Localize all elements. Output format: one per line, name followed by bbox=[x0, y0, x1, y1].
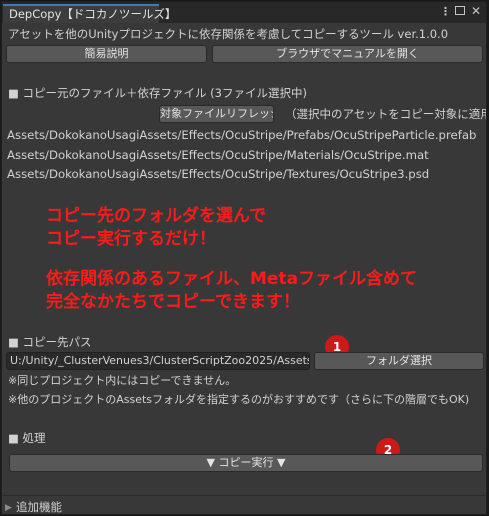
annotation-line: コピー先のフォルダを選んで bbox=[46, 206, 267, 226]
foldout-arrow-icon[interactable]: ▶ bbox=[5, 501, 12, 514]
dest-section-title: ■ コピー先パス bbox=[8, 335, 92, 349]
tab-bar: DepCopy【ドコカノツールズ】 ⋮ ✕ bbox=[2, 2, 486, 23]
annotation-line: コピー実行するだけ！ bbox=[46, 229, 216, 249]
close-icon[interactable]: ✕ bbox=[471, 4, 481, 18]
maximize-icon[interactable] bbox=[455, 6, 465, 15]
refresh-note: （選択中のアセットをコピー対象に適用） bbox=[285, 107, 487, 121]
source-file-item: Assets/DokokanoUsagiAssets/Effects/OcuSt… bbox=[7, 148, 429, 162]
depcopy-window: DepCopy【ドコカノツールズ】 ⋮ ✕ アセットを他のUnityプロジェクト… bbox=[1, 1, 487, 515]
annotation-line: 依存関係のあるファイル、Metaファイル含めて bbox=[46, 269, 418, 289]
source-file-item: Assets/DokokanoUsagiAssets/Effects/OcuSt… bbox=[7, 167, 430, 181]
kebab-menu-icon[interactable]: ⋮ bbox=[440, 5, 451, 19]
open-manual-button[interactable]: ブラウザでマニュアルを開く bbox=[212, 45, 483, 63]
select-folder-button[interactable]: フォルダ選択 bbox=[314, 352, 484, 370]
process-section-title: ■ 処理 bbox=[8, 431, 46, 445]
tab-depcopy[interactable]: DepCopy【ドコカノツールズ】 bbox=[3, 4, 176, 23]
annotation-line: 完全なかたちでコピーできます！ bbox=[46, 292, 300, 312]
dest-note: ※他のプロジェクトのAssetsフォルダを指定するのがおすすめです（さらに下の階… bbox=[8, 393, 470, 406]
quick-guide-button[interactable]: 簡易説明 bbox=[6, 45, 207, 63]
dest-note: ※同じプロジェクト内にはコピーできません。 bbox=[8, 374, 237, 387]
source-file-item: Assets/DokokanoUsagiAssets/Effects/OcuSt… bbox=[7, 128, 477, 142]
refresh-files-button[interactable]: 対象ファイルリフレッシュ bbox=[159, 105, 274, 123]
extra-features-foldout[interactable]: 追加機能 bbox=[16, 500, 62, 514]
tool-description: アセットを他のUnityプロジェクトに依存関係を考慮してコピーするツール ver… bbox=[8, 27, 449, 41]
divider bbox=[2, 495, 486, 496]
dest-path-field[interactable]: U:/Unity/_ClusterVenues3/ClusterScriptZo… bbox=[6, 352, 310, 370]
execute-copy-button[interactable]: ▼ コピー実行 ▼ bbox=[9, 454, 483, 472]
source-section-title: ■ コピー元のファイル＋依存ファイル (3ファイル選択中) bbox=[8, 86, 307, 100]
